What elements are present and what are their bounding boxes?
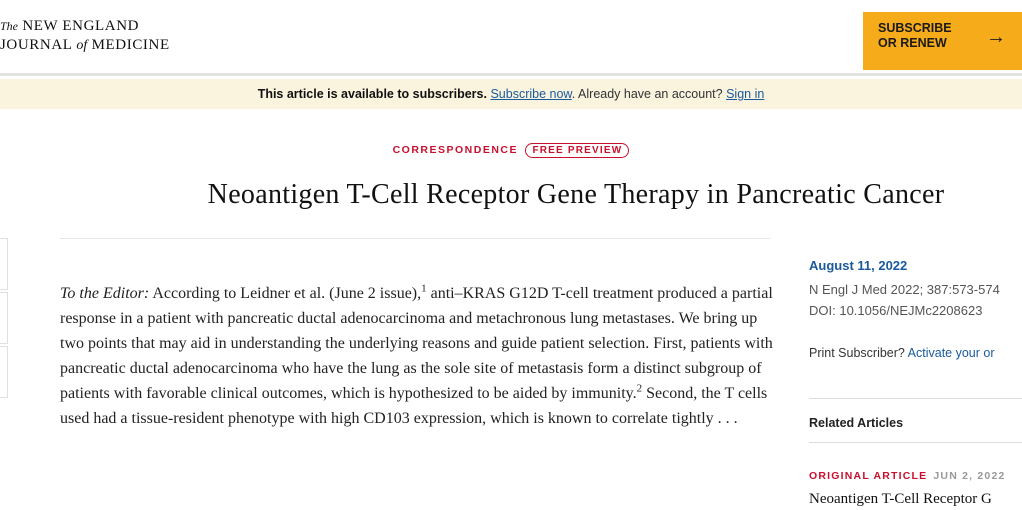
related-article-date: JUN 2, 2022 [933, 470, 1006, 482]
sidebar-divider [809, 442, 1022, 443]
site-header: The NEW ENGLAND JOURNAL of MEDICINE SUBS… [0, 0, 1022, 76]
logo-of: of [76, 38, 88, 53]
banner-period: . [571, 87, 576, 101]
subscribe-now-link[interactable]: Subscribe now [490, 87, 571, 101]
subscribe-or-renew-button[interactable]: SUBSCRIBE OR RENEW → [863, 12, 1022, 70]
related-article-type: ORIGINAL ARTICLE [809, 470, 928, 482]
related-articles-heading: Related Articles [809, 416, 904, 430]
subscribe-label: SUBSCRIBE [878, 21, 952, 35]
arrow-right-icon: → [986, 26, 1006, 48]
left-edge-tab[interactable] [0, 238, 8, 290]
article-body: To the Editor: According to Leidner et a… [60, 281, 775, 431]
related-article-meta: ORIGINAL ARTICLE JUN 2, 2022 [809, 470, 1006, 482]
logo-journal: JOURNAL [0, 37, 72, 53]
left-edge-tab[interactable] [0, 292, 8, 344]
logo-the: The [0, 19, 18, 33]
body-lead: To the Editor: [60, 285, 150, 302]
citation: N Engl J Med 2022; 387:573-574 [809, 282, 1000, 297]
activate-account-link[interactable]: Activate your or [908, 346, 995, 360]
citation-block: N Engl J Med 2022; 387:573-574 DOI: 10.1… [809, 279, 1000, 321]
logo-new-england: NEW ENGLAND [22, 18, 140, 34]
banner-lead-text: This article is available to subscribers… [257, 87, 487, 101]
doi: DOI: 10.1056/NEJMc2208623 [809, 303, 983, 318]
subscriber-banner: This article is available to subscribers… [0, 79, 1022, 109]
print-subscriber-text: Print Subscriber? [809, 346, 905, 360]
article-title: Neoantigen T-Cell Receptor Gene Therapy … [207, 179, 945, 210]
article-type: CORRESPONDENCE [392, 144, 519, 156]
sidebar-divider [809, 398, 1022, 399]
related-article-title-link[interactable]: Neoantigen T-Cell Receptor G [809, 491, 992, 508]
sign-in-link[interactable]: Sign in [726, 87, 764, 101]
left-edge-tab[interactable] [0, 346, 8, 398]
renew-label: OR RENEW [878, 36, 947, 50]
logo-medicine: MEDICINE [91, 37, 170, 53]
nejm-logo[interactable]: The NEW ENGLAND JOURNAL of MEDICINE [0, 17, 170, 55]
body-text-1: According to Leidner et al. (June 2 issu… [149, 285, 422, 302]
article-kicker: CORRESPONDENCE FREE PREVIEW [0, 143, 1022, 158]
print-subscriber: Print Subscriber? Activate your or [809, 346, 995, 360]
publication-date: August 11, 2022 [809, 258, 908, 273]
divider [60, 238, 770, 239]
banner-account-text: Already have an account? [578, 87, 723, 101]
free-preview-badge: FREE PREVIEW [525, 143, 630, 158]
